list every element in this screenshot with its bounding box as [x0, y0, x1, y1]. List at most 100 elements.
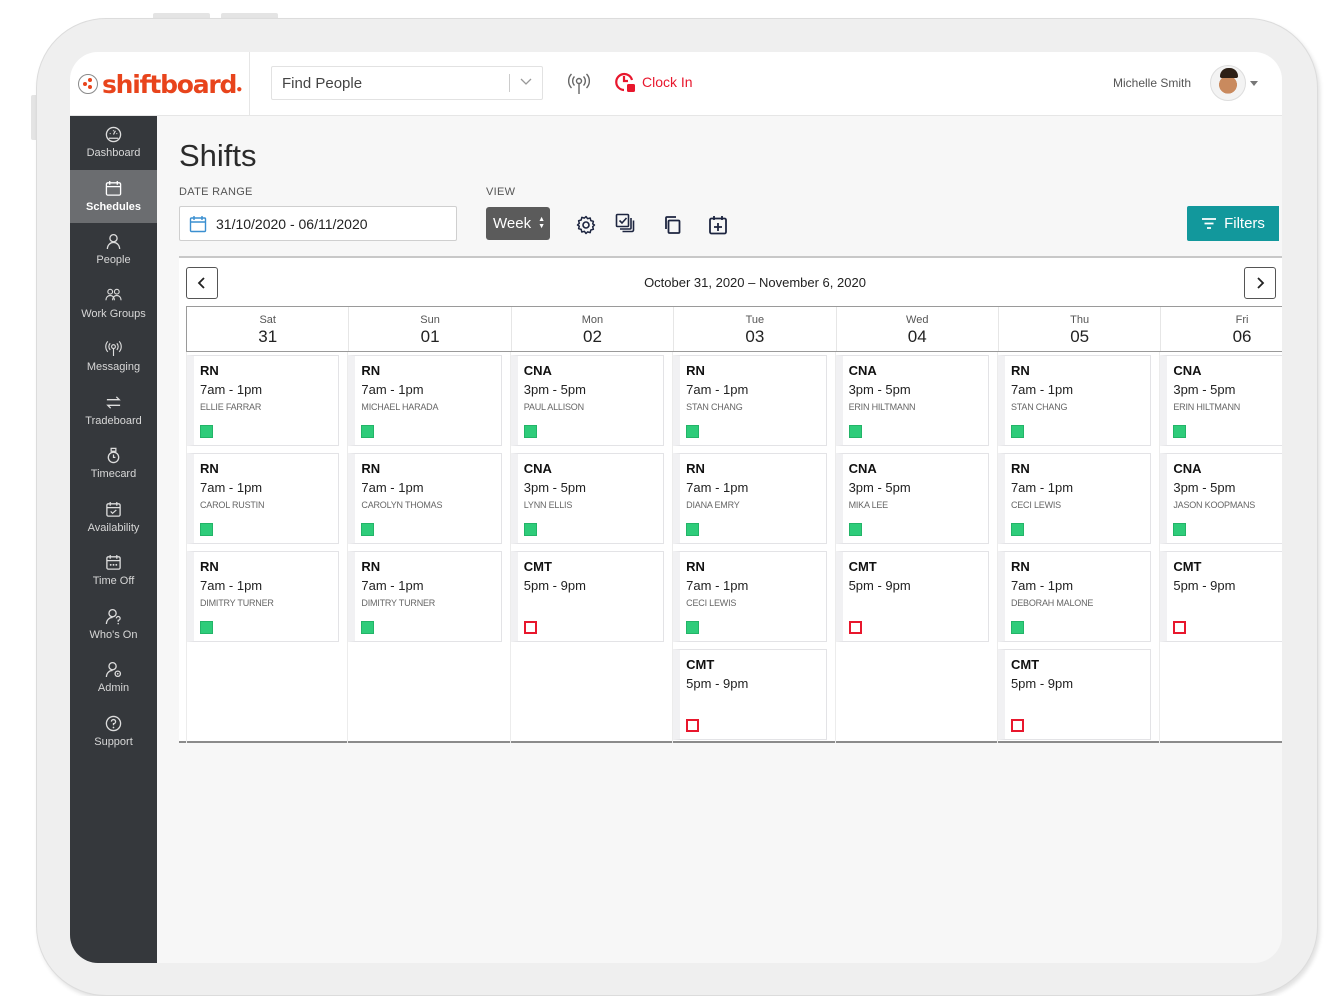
shift-time: 5pm - 9pm: [848, 578, 911, 593]
sidebar-item-dashboard[interactable]: Dashboard: [70, 116, 157, 170]
logo[interactable]: shiftboard ●: [70, 52, 250, 116]
sidebar-item-work-groups[interactable]: Work Groups: [70, 277, 157, 331]
dashboard-gauge-icon: [105, 127, 122, 143]
day-column-thu[interactable]: RN 7am - 1pm STAN CHANG RN 7am - 1pm CECI LEW…: [997, 352, 1161, 743]
date-range-input[interactable]: 31/10/2020 - 06/11/2020: [179, 206, 457, 241]
select-arrows-icon: ▲ ▼: [538, 216, 545, 230]
day-columns: RN 7am - 1pm ELLIE FARRAR RN 7am - 1pm CAROL …: [186, 352, 1282, 743]
shift-card[interactable]: CNA 3pm - 5pm ERIN HILTMANN: [1160, 355, 1282, 446]
sidebar-item-schedules[interactable]: Schedules: [70, 169, 157, 223]
shift-card[interactable]: RN 7am - 1pm CAROL RUSTIN: [187, 453, 340, 544]
day-header-tue[interactable]: Tue 03: [674, 307, 837, 351]
sidebar-item-support[interactable]: Support: [70, 705, 157, 759]
copy-icon[interactable]: [662, 215, 682, 235]
day-header-mon[interactable]: Mon 02: [512, 307, 675, 351]
shift-assignee: ELLIE FARRAR: [200, 402, 262, 412]
shift-time: 7am - 1pm: [686, 480, 749, 495]
filled-shift-status-icon: [848, 523, 862, 536]
shift-card[interactable]: RN 7am - 1pm STAN CHANG: [997, 355, 1152, 446]
day-column-sun[interactable]: RN 7am - 1pm MICHAEL HARADA RN 7am - 1pm CARO…: [348, 352, 511, 743]
filled-shift-status-icon: [848, 425, 862, 438]
filters-label: Filters: [1224, 215, 1265, 232]
day-column-mon[interactable]: CNA 3pm - 5pm PAUL ALLISON CNA 3pm - 5pm LYNN…: [510, 352, 674, 743]
sidebar-item-availability[interactable]: Availability: [70, 491, 157, 545]
sidebar-item-timecard[interactable]: Timecard: [70, 437, 157, 491]
user-menu-caret-icon[interactable]: [1250, 81, 1258, 86]
shift-card[interactable]: RN 7am - 1pm CECI LEWIS: [673, 551, 827, 642]
sidebar-label: Support: [94, 735, 133, 748]
day-header-wed[interactable]: Wed 04: [837, 307, 999, 351]
day-column-fri[interactable]: CNA 3pm - 5pm ERIN HILTMANN CNA 3pm - 5pm JAS…: [1160, 352, 1282, 743]
chevron-down-icon[interactable]: [510, 77, 542, 89]
shift-role: RN: [200, 363, 219, 378]
shift-time: 7am - 1pm: [686, 578, 749, 593]
calendar-icon: [105, 180, 122, 196]
sidebar-item-time-off[interactable]: Time Off: [70, 544, 157, 598]
view-select[interactable]: Week ▲ ▼: [486, 207, 550, 240]
shift-card[interactable]: CNA 3pm - 5pm MIKA LEE: [835, 453, 989, 544]
shift-card[interactable]: RN 7am - 1pm DEBORAH MALONE: [997, 551, 1152, 642]
day-date: 05: [1070, 327, 1090, 346]
shift-card[interactable]: RN 7am - 1pm DIANA EMRY: [673, 453, 827, 544]
sidebar-item-people[interactable]: People: [70, 223, 157, 277]
day-column-wed[interactable]: CNA 3pm - 5pm ERIN HILTMANN CNA 3pm - 5pm MIK…: [835, 352, 998, 743]
shift-card[interactable]: CMT 5pm - 9pm: [997, 649, 1152, 740]
shift-card[interactable]: CMT 5pm - 9pm: [673, 649, 827, 740]
filters-button[interactable]: Filters: [1187, 206, 1279, 241]
sidebar-label: Tradeboard: [85, 414, 142, 427]
shift-role: RN: [361, 559, 381, 574]
shift-card[interactable]: RN 7am - 1pm MICHAEL HARADA: [348, 355, 502, 446]
shift-role: CMT: [848, 559, 877, 574]
shift-time: 7am - 1pm: [1010, 578, 1074, 593]
sidebar-label: Availability: [87, 521, 140, 534]
shift-card[interactable]: CNA 3pm - 5pm ERIN HILTMANN: [835, 355, 989, 446]
shift-card[interactable]: RN 7am - 1pm ELLIE FARRAR: [187, 355, 340, 446]
day-header-fri[interactable]: Fri 06: [1161, 307, 1282, 351]
sidebar-label: Work Groups: [81, 307, 146, 320]
user-name[interactable]: Michelle Smith: [1113, 76, 1191, 90]
shift-card[interactable]: CNA 3pm - 5pm JASON KOOPMANS: [1160, 453, 1282, 544]
day-column-sat[interactable]: RN 7am - 1pm ELLIE FARRAR RN 7am - 1pm CAROL …: [186, 352, 349, 743]
app-screen: shiftboard ● Find People Clock In Michel…: [70, 52, 1282, 963]
day-date: 06: [1232, 327, 1252, 346]
filled-shift-status-icon: [1010, 621, 1024, 634]
clock-in-button[interactable]: Clock In: [614, 71, 693, 93]
shift-card[interactable]: RN 7am - 1pm CAROLYN THOMAS: [348, 453, 502, 544]
sidebar-label: Who's On: [89, 628, 138, 641]
shift-time: 3pm - 5pm: [523, 382, 586, 397]
day-column-tue[interactable]: RN 7am - 1pm STAN CHANG RN 7am - 1pm DIANA EM…: [673, 352, 836, 743]
shift-card[interactable]: CMT 5pm - 9pm: [1160, 551, 1282, 642]
sidebar-item-messaging[interactable]: Messaging: [70, 330, 157, 384]
user-avatar[interactable]: [1210, 65, 1246, 101]
radio-broadcast-icon[interactable]: [568, 72, 590, 96]
shift-assignee: CAROL RUSTIN: [200, 500, 265, 510]
find-people-placeholder[interactable]: Find People: [272, 75, 509, 92]
settings-gear-icon[interactable]: [576, 215, 596, 235]
bulk-select-icon[interactable]: [615, 213, 635, 233]
day-header-sat[interactable]: Sat 31: [187, 307, 350, 351]
shift-card[interactable]: CMT 5pm - 9pm: [835, 551, 989, 642]
week-calendar: October 31, 2020 – November 6, 2020 Sat 3…: [179, 256, 1282, 743]
sidebar-item-tradeboard[interactable]: Tradeboard: [70, 384, 157, 438]
shift-role: CNA: [523, 363, 552, 378]
add-shift-calendar-icon[interactable]: [708, 215, 728, 235]
shift-card[interactable]: RN 7am - 1pm CECI LEWIS: [997, 453, 1152, 544]
shift-card[interactable]: CNA 3pm - 5pm LYNN ELLIS: [510, 453, 665, 544]
sidebar-label: Timecard: [90, 468, 137, 481]
shift-card[interactable]: CMT 5pm - 9pm: [510, 551, 665, 642]
shift-card[interactable]: RN 7am - 1pm STAN CHANG: [673, 355, 827, 446]
shift-card[interactable]: RN 7am - 1pm DIMITRY TURNER: [348, 551, 502, 642]
sidebar-item-admin[interactable]: Admin: [70, 651, 157, 705]
day-header-thu[interactable]: Thu 05: [999, 307, 1162, 351]
shift-card[interactable]: RN 7am - 1pm DIMITRY TURNER: [187, 551, 340, 642]
day-name: Fri: [1235, 314, 1249, 326]
next-week-button[interactable]: [1244, 267, 1276, 299]
day-header-sun[interactable]: Sun 01: [349, 307, 512, 351]
shift-time: 3pm - 5pm: [1173, 382, 1236, 397]
sidebar-item-whos-on[interactable]: Who's On: [70, 598, 157, 652]
shift-role: CNA: [523, 461, 552, 476]
shift-assignee: MIKA LEE: [848, 500, 889, 510]
shift-card[interactable]: CNA 3pm - 5pm PAUL ALLISON: [510, 355, 665, 446]
sidebar-label: Admin: [97, 682, 130, 695]
find-people-select[interactable]: Find People: [271, 66, 543, 100]
